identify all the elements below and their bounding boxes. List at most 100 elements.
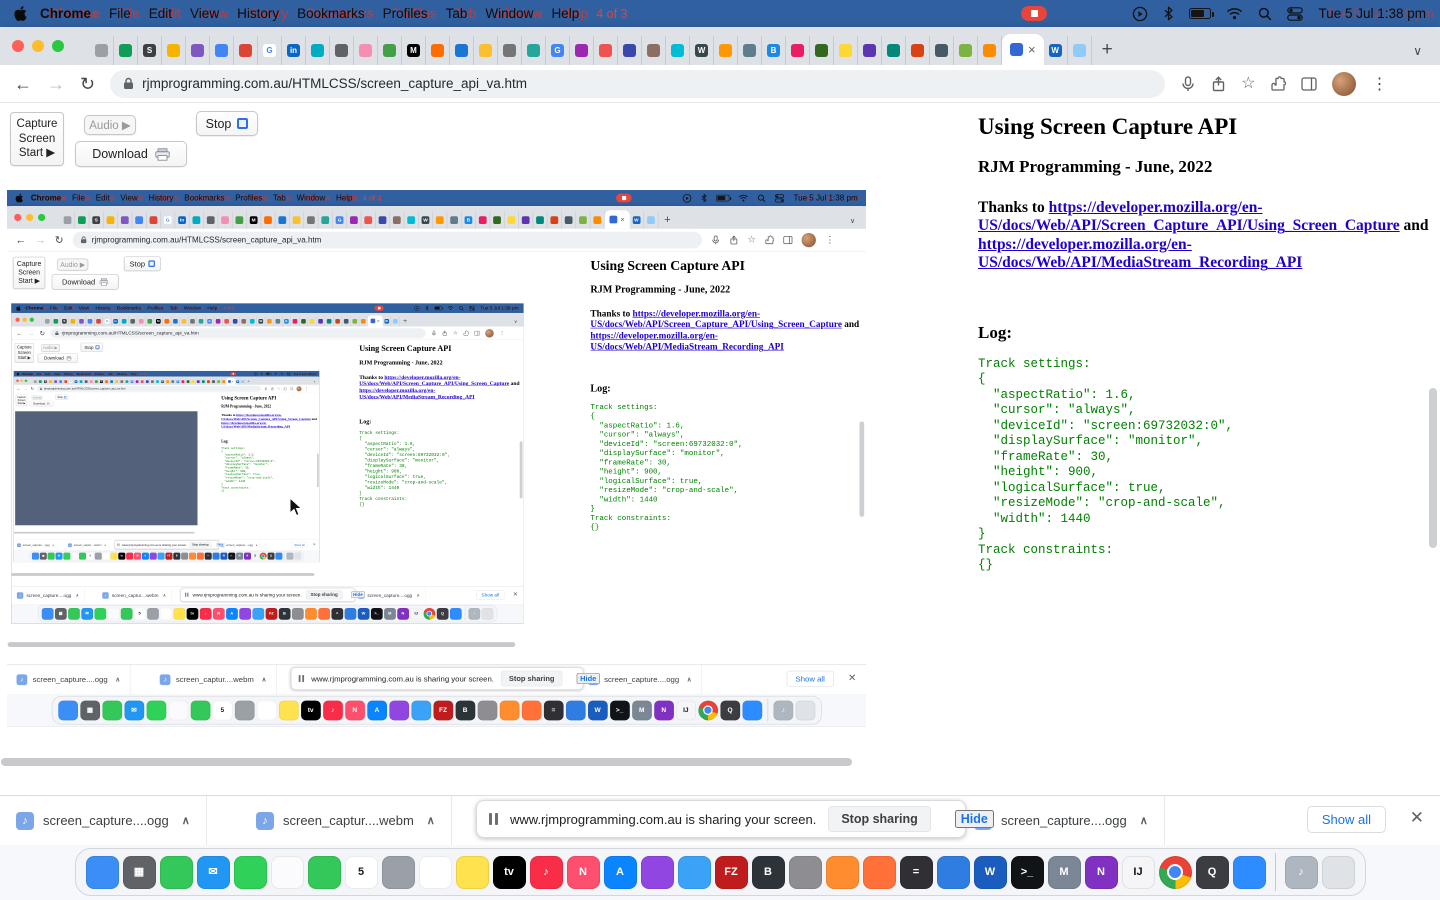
tab[interactable]	[978, 36, 1002, 65]
show-all-downloads-button[interactable]: Show all	[1307, 806, 1386, 833]
tab[interactable]	[834, 36, 858, 65]
dock-icon-filezilla[interactable]: FZ	[715, 856, 748, 889]
dock-icon-safari[interactable]	[678, 856, 711, 889]
dock-icon-maps[interactable]	[234, 856, 267, 889]
tab[interactable]	[426, 36, 450, 65]
tab[interactable]: M	[402, 36, 426, 65]
tab[interactable]	[882, 36, 906, 65]
tab[interactable]	[618, 36, 642, 65]
stop-sharing-button[interactable]: Stop sharing	[828, 806, 930, 832]
tab[interactable]	[90, 36, 114, 65]
tab[interactable]: in	[282, 36, 306, 65]
tab[interactable]	[186, 36, 210, 65]
tab[interactable]	[786, 36, 810, 65]
tab[interactable]	[930, 36, 954, 65]
dock-icon-launchpad[interactable]: ▦	[123, 856, 156, 889]
minimize-window-button[interactable]	[32, 40, 44, 52]
tab[interactable]	[474, 36, 498, 65]
tab[interactable]	[522, 36, 546, 65]
horizontal-scrollbar[interactable]	[1, 758, 852, 766]
download-menu-chevron[interactable]: ∧	[1140, 814, 1148, 827]
dock-icon-gimp[interactable]	[789, 856, 822, 889]
dock-icon-intellij[interactable]: IJ	[1122, 856, 1155, 889]
zoom-window-button[interactable]	[52, 40, 64, 52]
dock-icon-calendar[interactable]: 5	[345, 856, 378, 889]
dock-icon-vscode[interactable]	[937, 856, 970, 889]
bookmark-star-icon[interactable]: ☆	[1241, 76, 1255, 92]
download-item[interactable]: ♪screen_captur....webm∧	[240, 796, 452, 845]
close-downloads-bar-icon[interactable]: ✕	[1410, 809, 1424, 826]
dock-icon-facetime[interactable]	[308, 856, 341, 889]
bluetooth-icon[interactable]	[1163, 6, 1174, 21]
menubar-item-file[interactable]: File	[100, 6, 140, 21]
dock-icon-bbedit[interactable]: B	[752, 856, 785, 889]
tab[interactable]	[330, 36, 354, 65]
vertical-scrollbar[interactable]	[1429, 388, 1437, 548]
dock-icon-zoom[interactable]	[1233, 856, 1266, 889]
dock-icon-calculator[interactable]: =	[900, 856, 933, 889]
apple-menu-icon[interactable]	[14, 6, 27, 21]
tab[interactable]: B	[762, 36, 786, 65]
screen-recording-stop-indicator[interactable]	[1021, 6, 1047, 21]
side-panel-icon[interactable]	[1301, 77, 1317, 91]
stop-button[interactable]: Stop	[196, 111, 258, 136]
tab[interactable]	[114, 36, 138, 65]
screen-capture-video[interactable]: Chrome FileEditViewHistoryBookmarksProfi…	[7, 190, 866, 727]
menubar-clock[interactable]: Tue 5 Jul 1:38 pm	[1318, 6, 1426, 21]
menubar-item-help[interactable]: Help	[542, 6, 588, 21]
menubar-item-window[interactable]: Window	[476, 6, 542, 21]
dock-icon-firefox[interactable]	[863, 856, 896, 889]
forward-icon[interactable]: →	[47, 75, 65, 93]
menubar-app-name[interactable]: Chrome	[31, 6, 100, 21]
tab[interactable]	[162, 36, 186, 65]
hide-sharing-button[interactable]: Hide	[955, 810, 994, 828]
active-tab[interactable]: ×	[1002, 34, 1044, 65]
menubar-item-profiles[interactable]: Profiles	[374, 6, 437, 21]
menubar-item-tab[interactable]: Tab	[437, 6, 477, 21]
tab[interactable]: W	[1044, 36, 1068, 65]
tab[interactable]	[570, 36, 594, 65]
control-center-icon[interactable]	[1287, 7, 1303, 21]
download-menu-chevron[interactable]: ∧	[182, 814, 190, 827]
playback-status-icon[interactable]	[1132, 6, 1148, 22]
tab[interactable]	[1068, 36, 1092, 65]
tab[interactable]	[666, 36, 690, 65]
tab[interactable]: W	[690, 36, 714, 65]
dock-icon-app-store[interactable]: A	[604, 856, 637, 889]
dock-icon-chrome[interactable]	[1159, 856, 1192, 889]
tab[interactable]	[210, 36, 234, 65]
menubar-item-edit[interactable]: Edit	[140, 6, 181, 21]
tab[interactable]	[714, 36, 738, 65]
new-tab-button[interactable]: +	[1102, 40, 1113, 59]
tab[interactable]	[810, 36, 834, 65]
browser-menu-icon[interactable]: ⋮	[1371, 74, 1387, 94]
tab[interactable]	[498, 36, 522, 65]
dock-icon-word[interactable]: W	[974, 856, 1007, 889]
download-button[interactable]: Download	[75, 141, 187, 167]
dock-icon-quicktime[interactable]: Q	[1196, 856, 1229, 889]
menubar-item-history[interactable]: History	[228, 6, 288, 21]
battery-icon[interactable]	[1189, 8, 1211, 19]
dock-icon-finder[interactable]	[86, 856, 119, 889]
dock-icon-news[interactable]: N	[567, 856, 600, 889]
dock-icon-trash[interactable]	[1322, 856, 1355, 889]
reload-icon[interactable]: ↻	[80, 75, 95, 93]
dock-icon-reminders[interactable]	[419, 856, 452, 889]
tab[interactable]: G	[546, 36, 570, 65]
dock-icon-messages[interactable]	[160, 856, 193, 889]
microphone-icon[interactable]	[1180, 76, 1196, 92]
tab[interactable]	[642, 36, 666, 65]
audio-button[interactable]: Audio ▶	[84, 115, 136, 135]
tab-search-chevron-icon[interactable]: ∨	[1413, 45, 1422, 57]
wifi-icon[interactable]	[1226, 7, 1243, 20]
tab[interactable]	[234, 36, 258, 65]
dock-icon-music[interactable]: ♪	[530, 856, 563, 889]
profile-avatar[interactable]	[1332, 72, 1356, 96]
dock-icon-onenote[interactable]: N	[1085, 856, 1118, 889]
tab[interactable]	[954, 36, 978, 65]
download-menu-chevron[interactable]: ∧	[427, 814, 435, 827]
tab[interactable]	[450, 36, 474, 65]
dock-icon-mail[interactable]: ✉	[197, 856, 230, 889]
dock-icon-downloads[interactable]: ♪	[1285, 856, 1318, 889]
tab[interactable]	[306, 36, 330, 65]
